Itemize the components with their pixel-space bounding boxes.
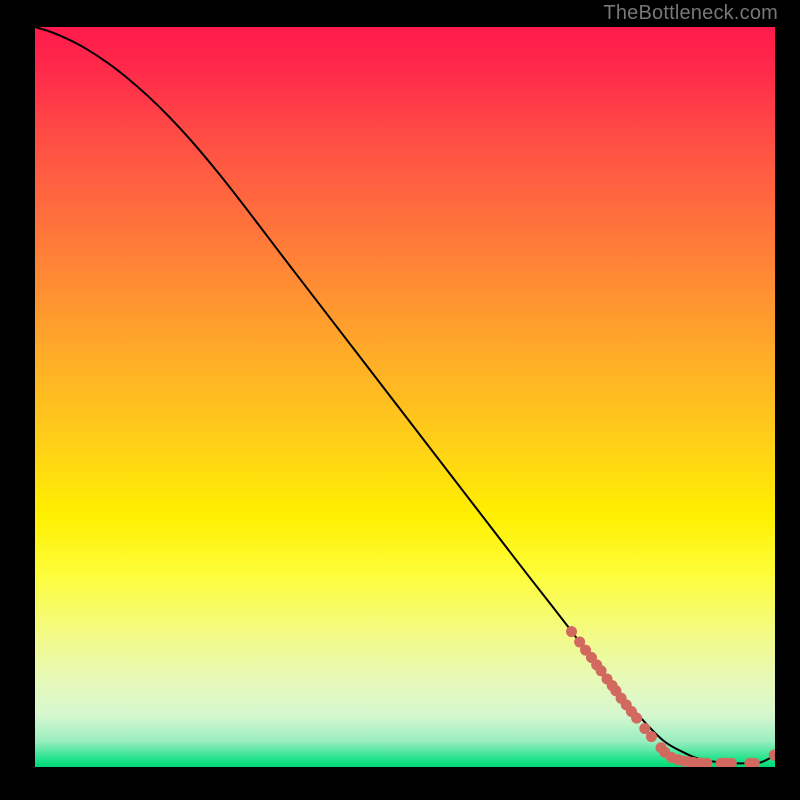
data-marker: [646, 731, 657, 742]
chart-stage: TheBottleneck.com: [0, 0, 800, 800]
data-marker: [566, 626, 577, 637]
chart-svg: [35, 27, 775, 767]
data-marker: [631, 713, 642, 724]
line-series-curve: [35, 27, 775, 763]
watermark-text: TheBottleneck.com: [603, 2, 778, 25]
